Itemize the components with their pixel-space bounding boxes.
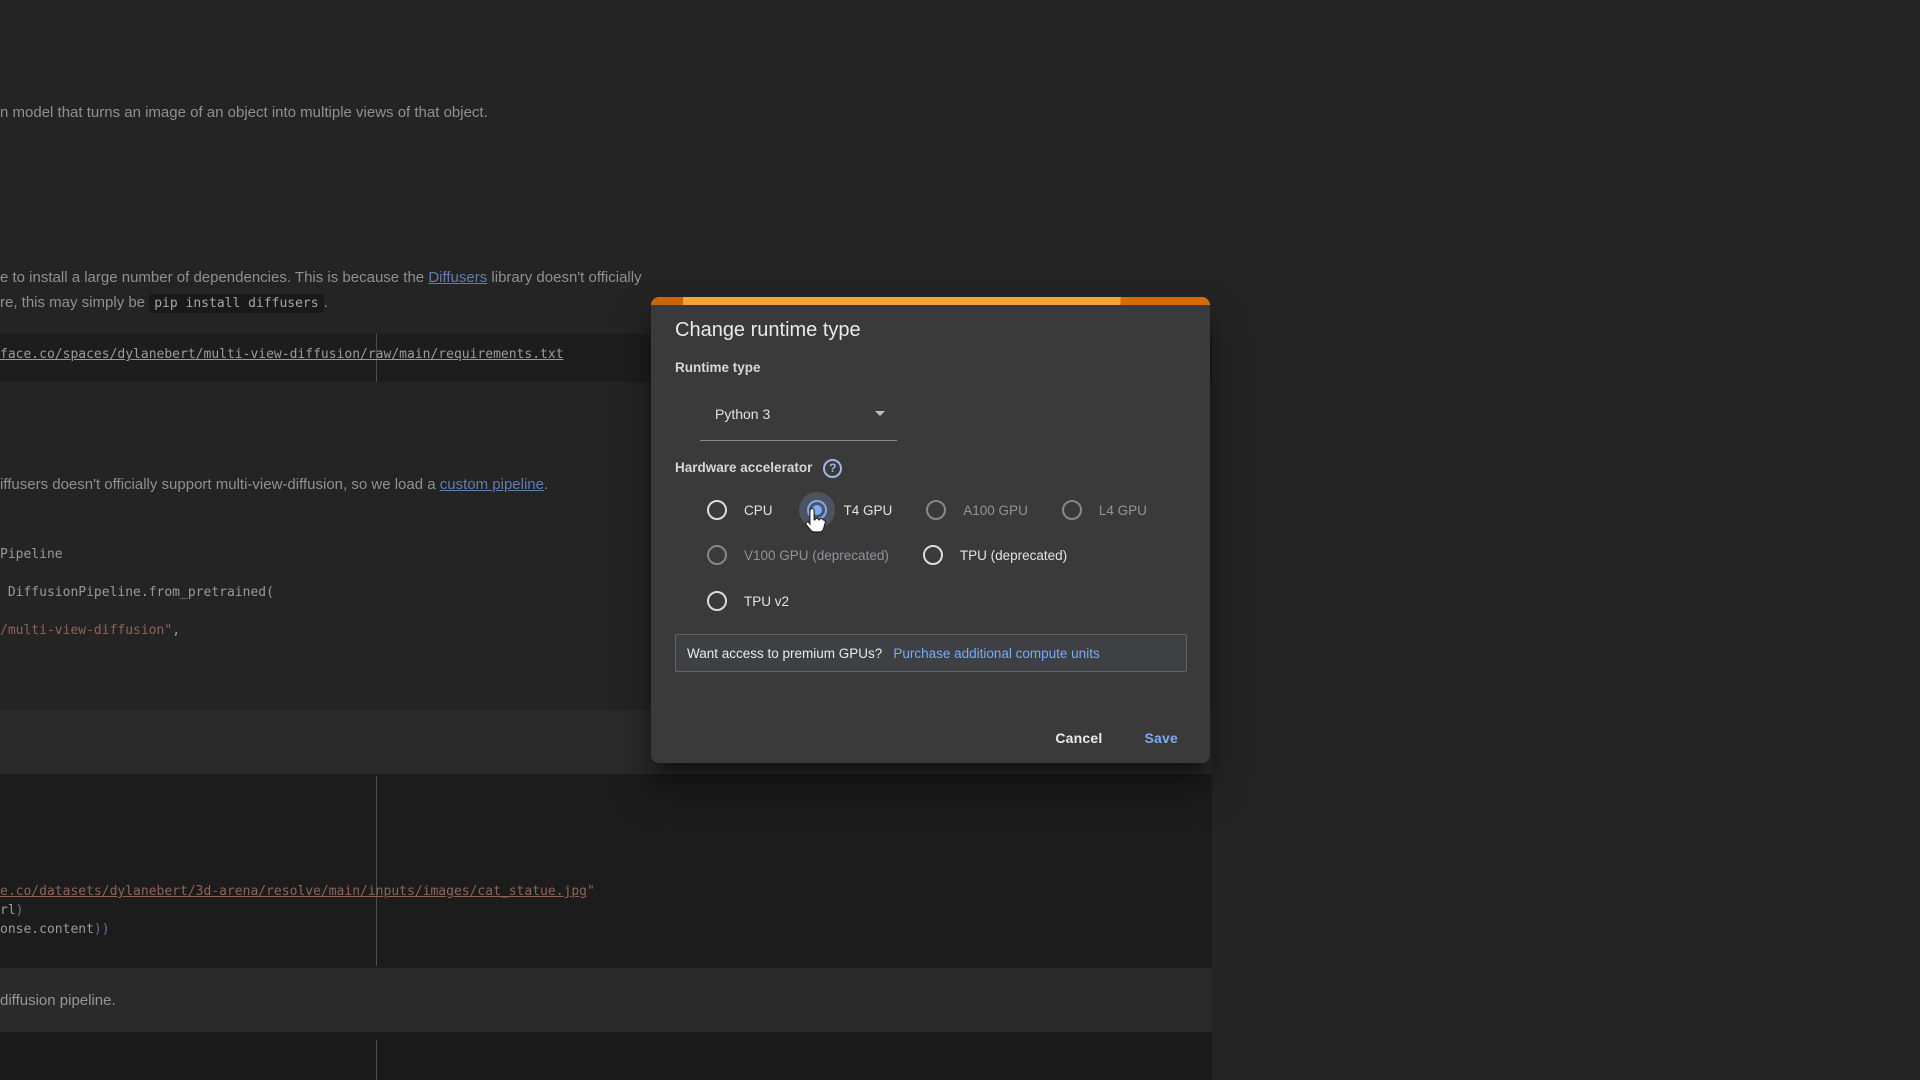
radio-icon — [707, 500, 727, 520]
save-button[interactable]: Save — [1129, 722, 1195, 754]
colab-notebook-page: { "background": { "intro_line": "n model… — [0, 0, 1920, 1080]
radio-option-a100-gpu[interactable]: A100 GPU — [926, 500, 1028, 520]
help-icon[interactable] — [823, 459, 842, 478]
change-runtime-dialog: Change runtime type Runtime type Python … — [651, 297, 1210, 763]
dialog-accent-bar — [651, 297, 1210, 305]
radio-option-label: A100 GPU — [963, 503, 1028, 518]
radio-icon — [926, 500, 946, 520]
radio-option-cpu[interactable]: CPU — [707, 500, 773, 520]
radio-icon — [1062, 500, 1082, 520]
chevron-down-icon — [875, 411, 885, 416]
radio-option-label: TPU v2 — [744, 594, 789, 609]
premium-gpu-banner-text: Want access to premium GPUs? — [687, 646, 882, 661]
hardware-accelerator-row: Hardware accelerator — [675, 457, 842, 479]
radio-option-t4-gpu[interactable]: T4 GPU — [807, 500, 893, 520]
radio-icon — [707, 591, 727, 611]
radio-option-label: T4 GPU — [844, 503, 893, 518]
radio-option-label: L4 GPU — [1099, 503, 1147, 518]
radio-option-l4-gpu[interactable]: L4 GPU — [1062, 500, 1147, 520]
cancel-button[interactable]: Cancel — [1039, 722, 1118, 754]
dialog-title: Change runtime type — [675, 318, 861, 342]
radio-option-tpu-v2[interactable]: TPU v2 — [707, 591, 789, 611]
radio-option-label: CPU — [744, 503, 773, 518]
runtime-type-value: Python 3 — [715, 406, 875, 422]
radio-icon — [707, 545, 727, 565]
radio-option-label: TPU (deprecated) — [960, 548, 1067, 563]
dialog-actions: Cancel Save — [1039, 719, 1194, 757]
radio-icon — [923, 545, 943, 565]
radio-option-v100-gpu-deprecated[interactable]: V100 GPU (deprecated) — [707, 545, 889, 565]
radio-row-1: V100 GPU (deprecated) TPU (deprecated) — [651, 537, 1210, 573]
radio-row-0: CPU T4 GPU A100 GPU L4 GPU — [651, 492, 1210, 528]
hardware-accelerator-label: Hardware accelerator — [675, 460, 812, 476]
premium-gpu-banner: Want access to premium GPUs? Purchase ad… — [675, 634, 1187, 672]
radio-option-label: V100 GPU (deprecated) — [744, 548, 889, 563]
runtime-type-select[interactable]: Python 3 — [700, 387, 897, 441]
radio-selected-icon — [807, 500, 827, 520]
radio-row-2: TPU v2 — [651, 583, 1210, 619]
runtime-type-label: Runtime type — [675, 360, 761, 376]
radio-option-tpu-deprecated[interactable]: TPU (deprecated) — [923, 545, 1067, 565]
purchase-compute-units-link[interactable]: Purchase additional compute units — [893, 646, 1099, 661]
